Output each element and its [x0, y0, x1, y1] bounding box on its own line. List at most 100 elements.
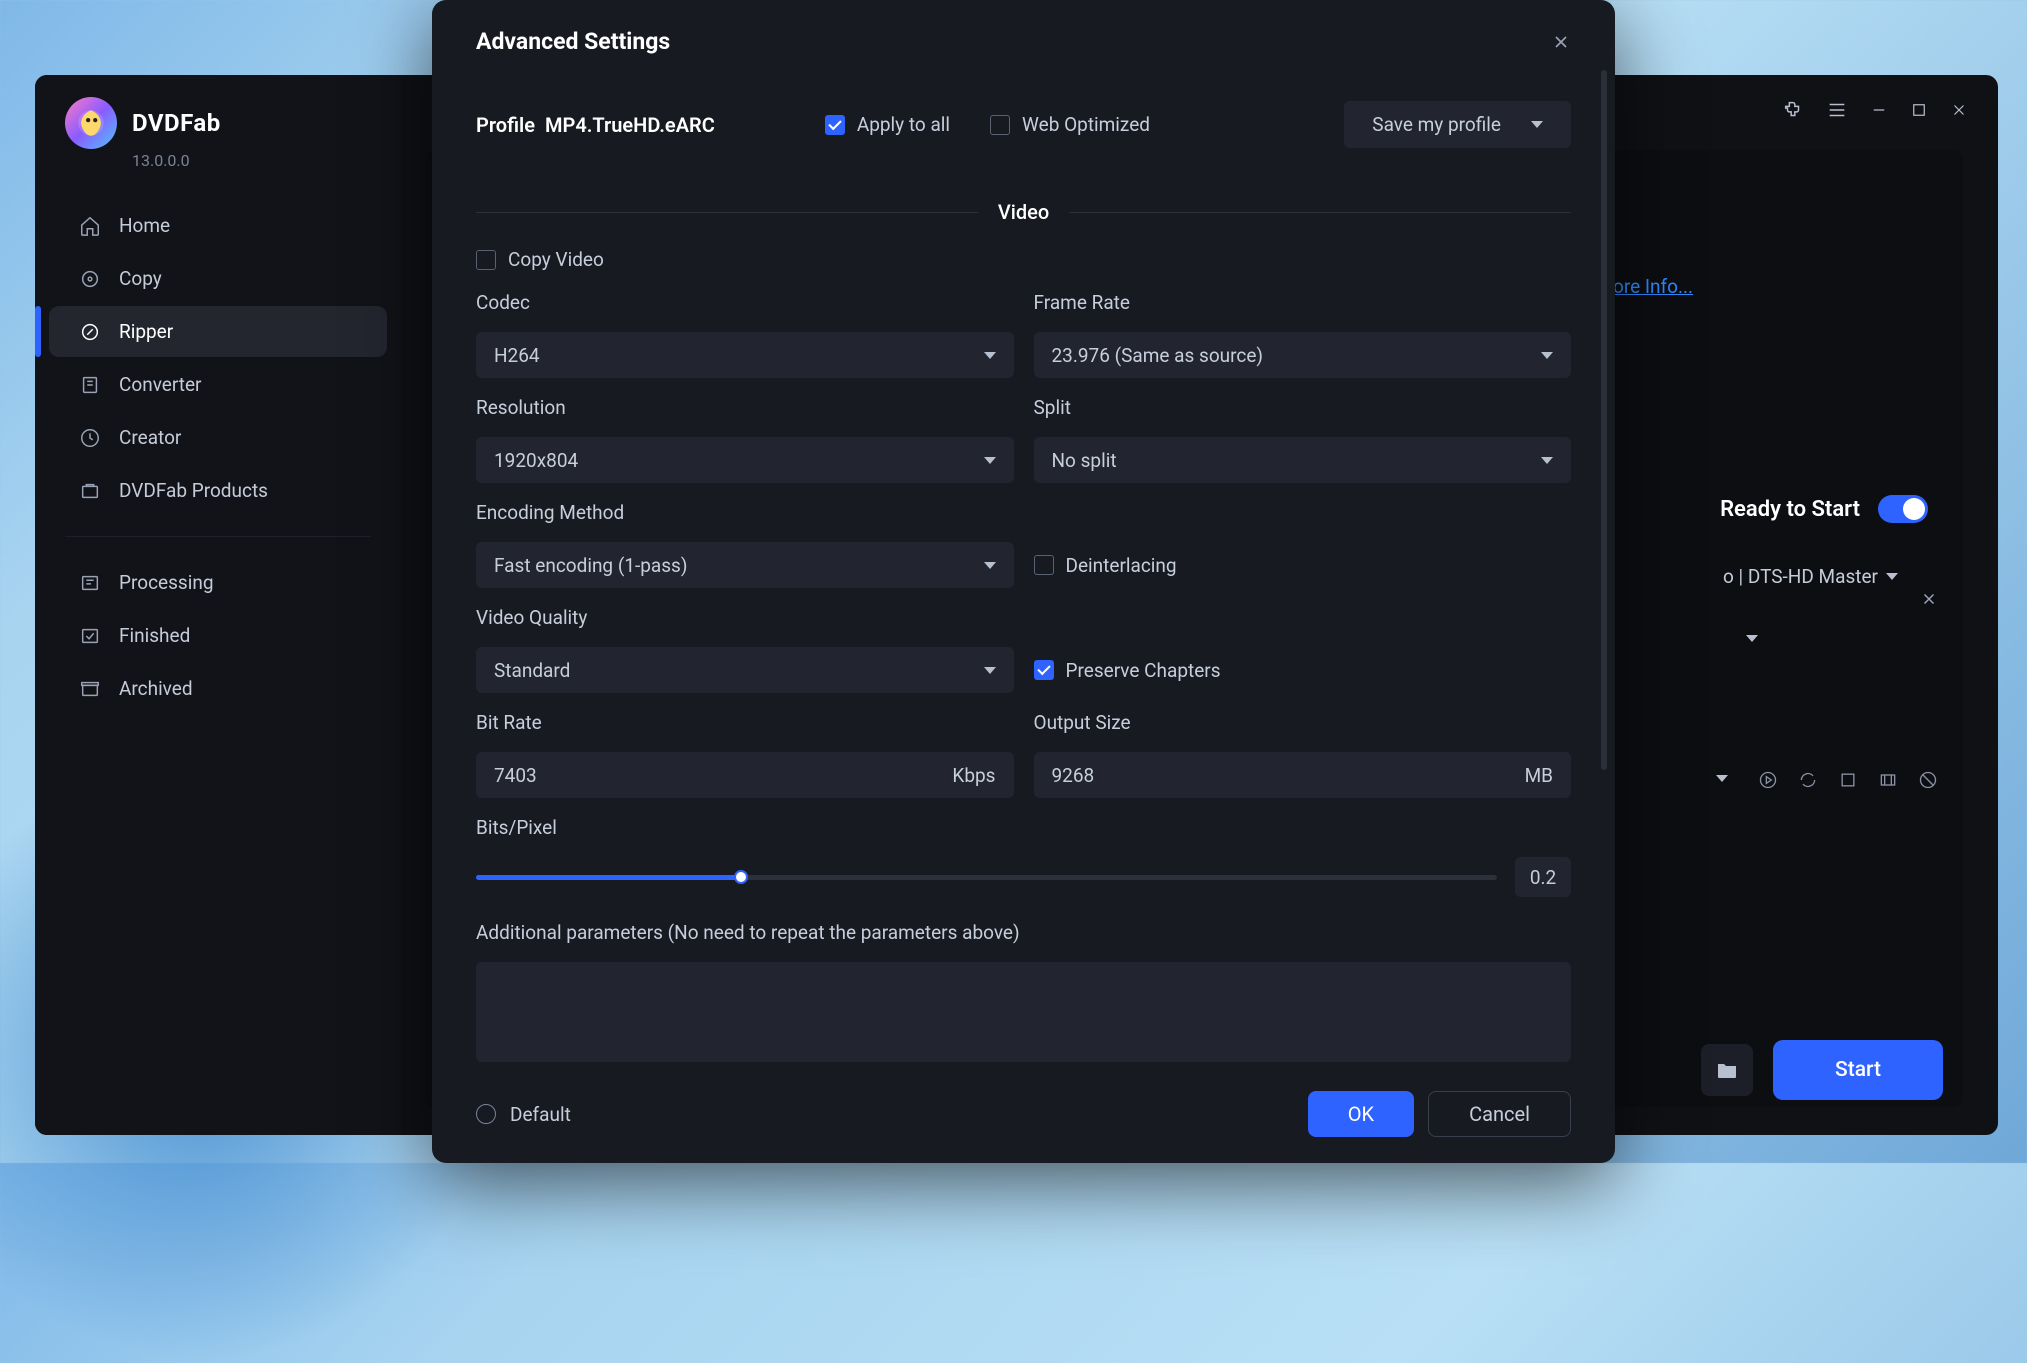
- framerate-label: Frame Rate: [1034, 291, 1572, 314]
- nav-label: Finished: [119, 624, 190, 647]
- maximize-button[interactable]: [1910, 101, 1928, 119]
- framerate-value: 23.976 (Same as source): [1052, 344, 1264, 367]
- preserve-chapters-label: Preserve Chapters: [1066, 659, 1221, 682]
- close-button[interactable]: [1950, 101, 1968, 119]
- audio-label: o | DTS-HD Master: [1723, 565, 1878, 588]
- dialog-header: Advanced Settings: [432, 0, 1615, 65]
- task-action-icons: [1758, 770, 1938, 790]
- close-icon[interactable]: [1551, 32, 1571, 52]
- bitspixel-slider-row: 0.2: [476, 857, 1571, 897]
- copy-video-checkbox[interactable]: Copy Video: [476, 248, 1571, 271]
- forbid-icon[interactable]: [1918, 770, 1938, 790]
- split-value: No split: [1052, 449, 1117, 472]
- preserve-chapters-checkbox[interactable]: Preserve Chapters: [1034, 647, 1572, 693]
- task-remove-icon[interactable]: [1920, 590, 1938, 608]
- split-select[interactable]: No split: [1034, 437, 1572, 483]
- default-radio[interactable]: [476, 1104, 496, 1124]
- save-profile-label: Save my profile: [1372, 113, 1501, 136]
- codec-select[interactable]: H264: [476, 332, 1014, 378]
- ready-toggle[interactable]: [1878, 495, 1928, 523]
- bitrate-value: 7403: [494, 764, 942, 787]
- crop-icon[interactable]: [1838, 770, 1858, 790]
- nav-copy[interactable]: Copy: [49, 253, 387, 304]
- edit-icon[interactable]: [1878, 770, 1898, 790]
- nav-finished[interactable]: Finished: [49, 610, 387, 661]
- chevron-down-icon[interactable]: [1746, 635, 1758, 642]
- ready-label: Ready to Start: [1720, 497, 1860, 522]
- codec-value: H264: [494, 344, 540, 367]
- slider-thumb[interactable]: [734, 870, 748, 884]
- split-label: Split: [1034, 396, 1572, 419]
- nav-ripper[interactable]: Ripper: [49, 306, 387, 357]
- chevron-down-icon: [984, 352, 996, 359]
- scrollbar[interactable]: [1601, 70, 1607, 770]
- output-folder-button[interactable]: [1701, 1044, 1753, 1096]
- minimize-button[interactable]: [1870, 101, 1888, 119]
- videoquality-label: Video Quality: [476, 606, 1014, 629]
- bitspixel-label: Bits/Pixel: [476, 816, 1571, 839]
- save-profile-button[interactable]: Save my profile: [1344, 101, 1571, 148]
- app-name: DVDFab: [132, 109, 221, 137]
- profile-label: Profile: [476, 113, 535, 137]
- deinterlacing-label: Deinterlacing: [1066, 554, 1177, 577]
- chevron-down-icon[interactable]: [1716, 775, 1728, 782]
- play-icon[interactable]: [1758, 770, 1778, 790]
- nav-label: Creator: [119, 426, 181, 449]
- encmethod-value: Fast encoding (1-pass): [494, 554, 687, 577]
- slider-fill: [476, 875, 741, 880]
- bitspixel-slider[interactable]: [476, 875, 1497, 880]
- more-info-link[interactable]: ore Info...: [1613, 275, 1693, 298]
- ok-label: OK: [1348, 1102, 1374, 1126]
- outsize-input[interactable]: 9268MB: [1034, 752, 1572, 798]
- nav-creator[interactable]: Creator: [49, 412, 387, 463]
- codec-label: Codec: [476, 291, 1014, 314]
- nav-label: Ripper: [119, 320, 173, 343]
- audio-track-hint[interactable]: o | DTS-HD Master: [1723, 565, 1898, 588]
- nav-processing[interactable]: Processing: [49, 557, 387, 608]
- deinterlacing-checkbox[interactable]: Deinterlacing: [1034, 542, 1572, 588]
- start-label: Start: [1835, 1058, 1881, 1082]
- checkbox-icon: [1034, 660, 1054, 680]
- web-optimized-checkbox[interactable]: Web Optimized: [990, 113, 1150, 136]
- menu-icon[interactable]: [1826, 99, 1848, 121]
- chevron-down-icon: [1886, 573, 1898, 580]
- refresh-icon[interactable]: [1798, 770, 1818, 790]
- chevron-down-icon: [1541, 457, 1553, 464]
- chevron-down-icon: [984, 667, 996, 674]
- nav-label: Processing: [119, 571, 214, 594]
- nav-products[interactable]: DVDFab Products: [49, 465, 387, 516]
- videoquality-select[interactable]: Standard: [476, 647, 1014, 693]
- app-logo-row: DVDFab: [35, 97, 401, 157]
- videoquality-value: Standard: [494, 659, 570, 682]
- sidebar: DVDFab 13.0.0.0 Home Copy Ripper Convert…: [35, 75, 401, 1135]
- bottom-action-bar: Start: [1701, 1040, 1943, 1100]
- bitrate-input[interactable]: 7403 Kbps: [476, 752, 1014, 798]
- nav-label: DVDFab Products: [119, 479, 268, 502]
- default-label: Default: [510, 1103, 571, 1126]
- nav-home[interactable]: Home: [49, 200, 387, 251]
- nav-label: Converter: [119, 373, 202, 396]
- bitspixel-value: 0.2: [1515, 857, 1571, 897]
- encmethod-select[interactable]: Fast encoding (1-pass): [476, 542, 1014, 588]
- apply-all-checkbox[interactable]: Apply to all: [825, 113, 950, 136]
- nav-converter[interactable]: Converter: [49, 359, 387, 410]
- video-section-divider: Video: [476, 200, 1571, 224]
- dialog-body: Profile MP4.TrueHD.eARC Apply to all Web…: [432, 65, 1615, 1065]
- addparams-textarea[interactable]: [476, 962, 1571, 1062]
- puzzle-icon[interactable]: [1782, 99, 1804, 121]
- nav-archived[interactable]: Archived: [49, 663, 387, 714]
- chevron-down-icon: [984, 562, 996, 569]
- bitrate-label: Bit Rate: [476, 711, 1014, 734]
- dialog-footer: Default OK Cancel: [432, 1065, 1615, 1163]
- ok-button[interactable]: OK: [1308, 1091, 1414, 1137]
- resolution-value: 1920x804: [494, 449, 578, 472]
- resolution-select[interactable]: 1920x804: [476, 437, 1014, 483]
- framerate-select[interactable]: 23.976 (Same as source): [1034, 332, 1572, 378]
- checkbox-icon: [990, 115, 1010, 135]
- start-button[interactable]: Start: [1773, 1040, 1943, 1100]
- bg-more-info: ore Info...: [1613, 275, 1963, 298]
- bitrate-unit: Kbps: [952, 764, 995, 787]
- cancel-button[interactable]: Cancel: [1428, 1091, 1571, 1137]
- chevron-down-icon: [984, 457, 996, 464]
- app-version: 13.0.0.0: [35, 151, 401, 170]
